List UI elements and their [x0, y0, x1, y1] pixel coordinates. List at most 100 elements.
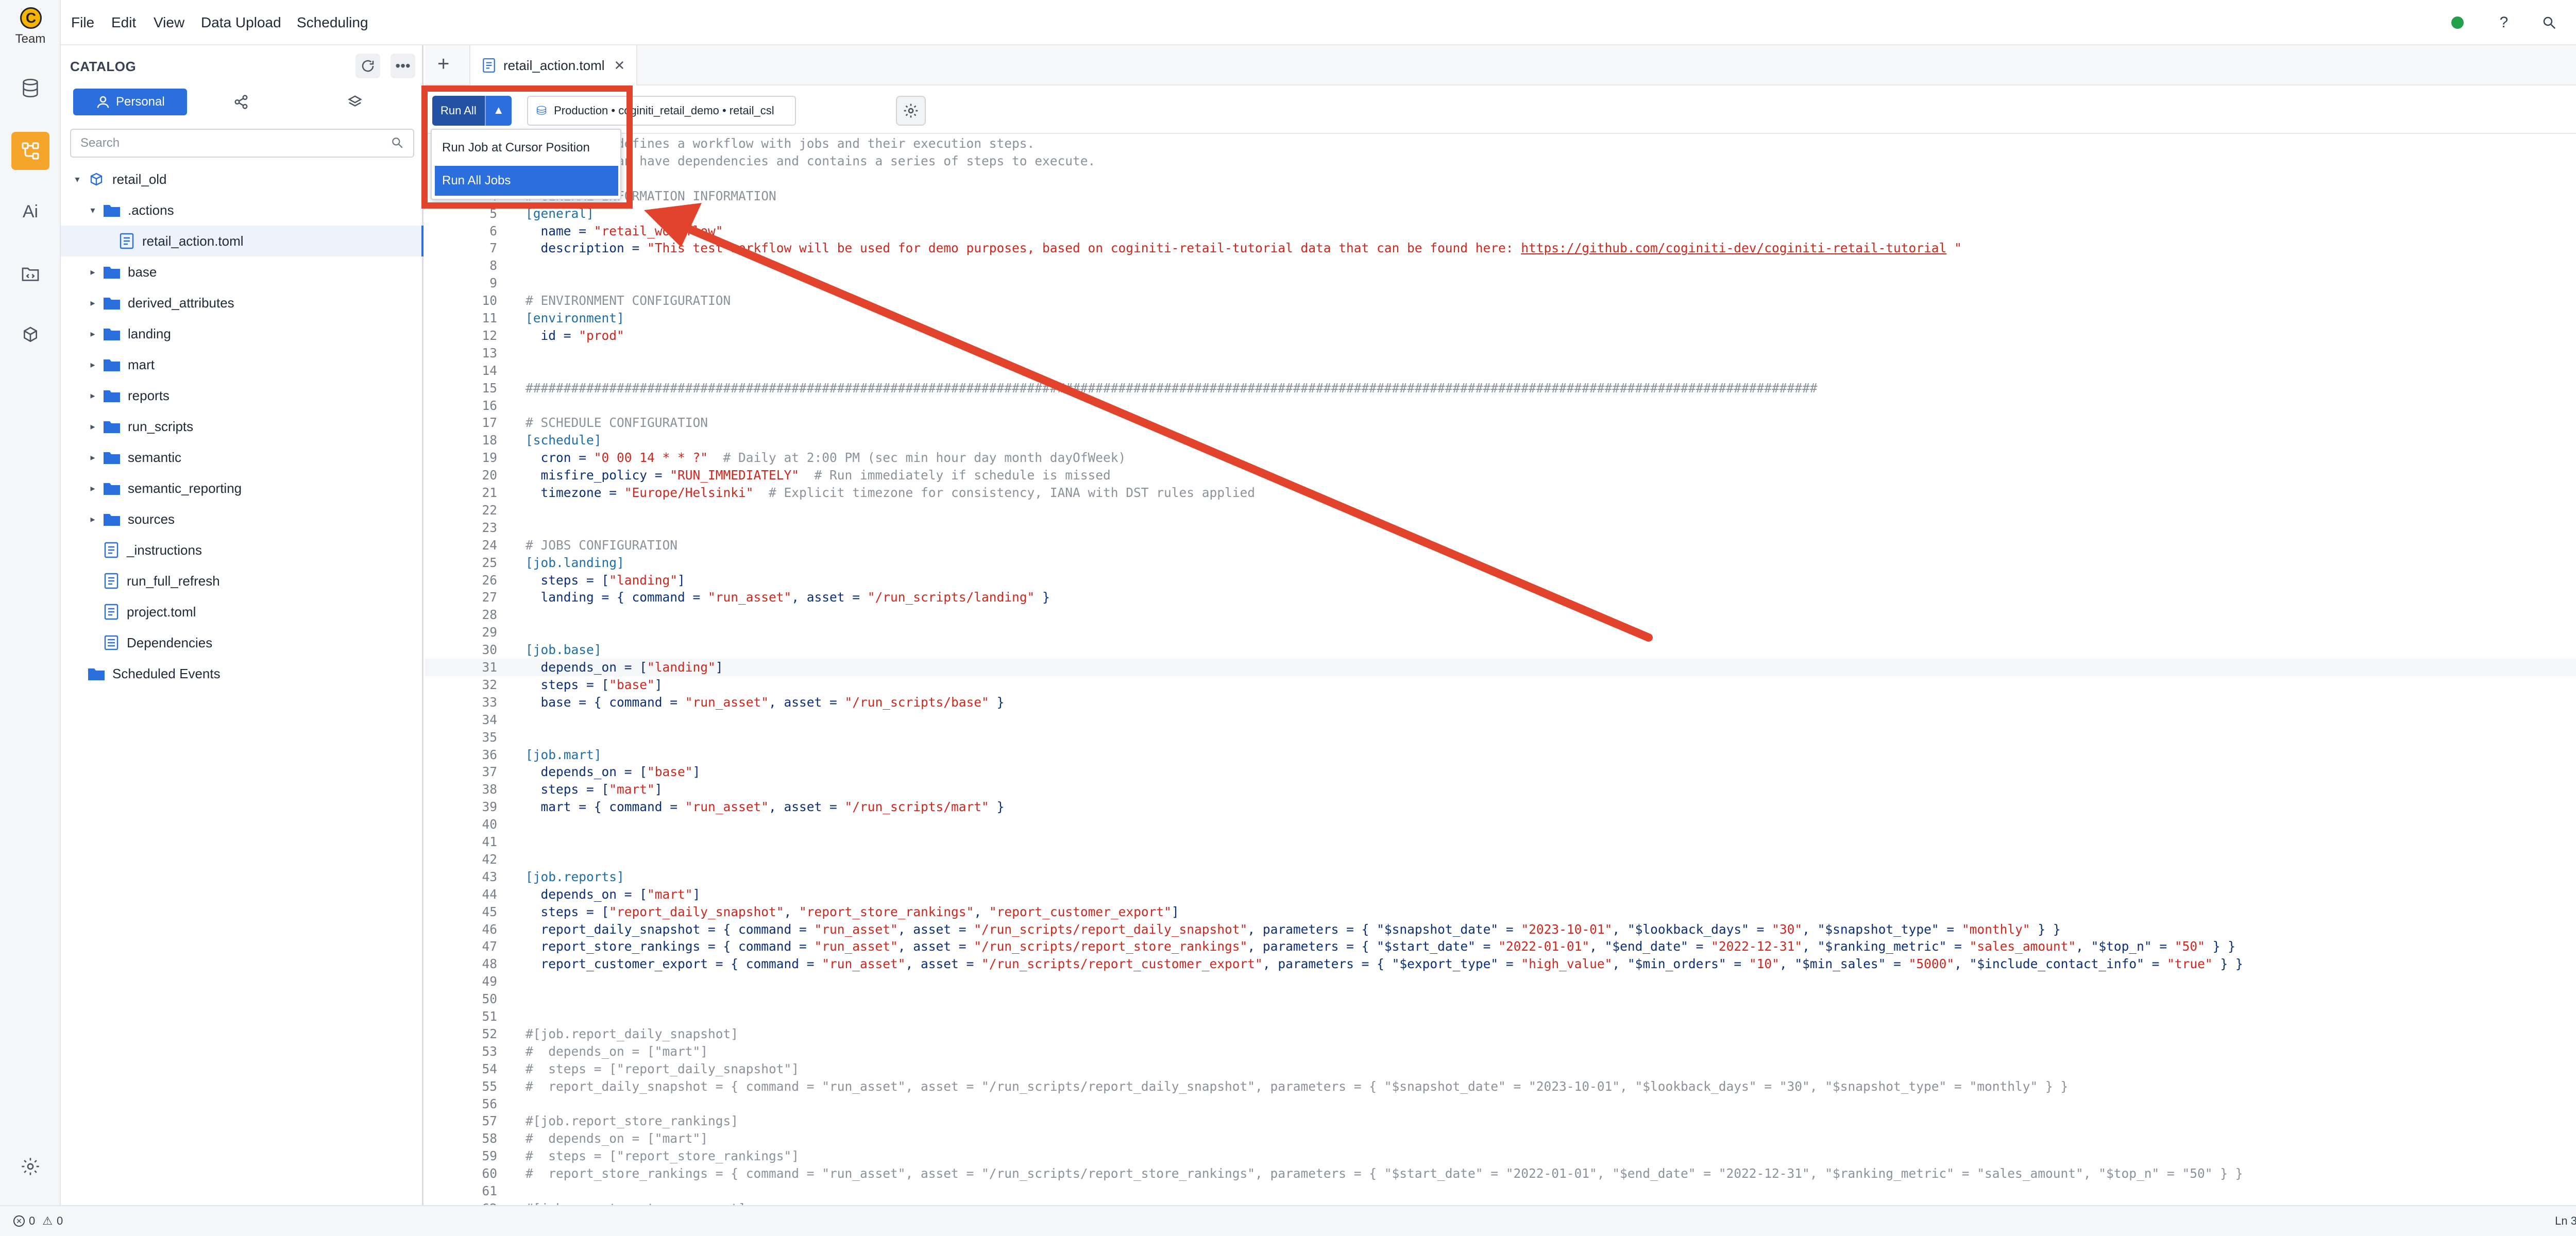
connection-settings-button[interactable] [896, 96, 926, 126]
code-line[interactable]: 51 [425, 1008, 2576, 1025]
chevron-right-icon[interactable]: ▸ [87, 390, 99, 401]
warning-icon[interactable]: ⚠ [42, 1214, 53, 1228]
app-logo[interactable]: C [20, 7, 42, 29]
code-line[interactable]: 19 cron = "0 00 14 * * ?" # Daily at 2:0… [425, 449, 2576, 467]
tree-item[interactable]: retail_action.toml [61, 226, 423, 256]
menu-scheduling[interactable]: Scheduling [297, 14, 368, 31]
tree-item[interactable]: Scheduled Events [61, 658, 423, 689]
refresh-icon[interactable] [355, 54, 380, 78]
code-line[interactable]: 53 # depends_on = ["mart"] [425, 1043, 2576, 1060]
tree-item[interactable]: ▸ landing [61, 318, 423, 349]
tree-item[interactable]: ▾ retail_old [61, 164, 423, 195]
code-line[interactable]: 21 timezone = "Europe/Helsinki" # Explic… [425, 484, 2576, 502]
code-line[interactable]: 57 #[job.report_store_rankings] [425, 1112, 2576, 1130]
tree-item[interactable]: ▸ semantic [61, 442, 423, 473]
code-line[interactable]: 43 [job.reports] [425, 868, 2576, 886]
menu-data-upload[interactable]: Data Upload [201, 14, 281, 31]
code-line[interactable]: 45 steps = ["report_daily_snapshot", "re… [425, 903, 2576, 921]
code-line[interactable]: 56 [425, 1095, 2576, 1113]
code-line[interactable]: 52 #[job.report_daily_snapshot] [425, 1025, 2576, 1043]
code-line[interactable]: 59 # steps = ["report_store_rankings"] [425, 1147, 2576, 1165]
code-line[interactable]: 42 [425, 851, 2576, 868]
workflow-icon[interactable] [11, 132, 49, 170]
code-line[interactable]: 39 mart = { command = "run_asset", asset… [425, 798, 2576, 816]
code-line[interactable]: 3 [425, 170, 2576, 187]
code-line[interactable]: 36 [job.mart] [425, 746, 2576, 764]
chevron-right-icon[interactable]: ▸ [87, 298, 99, 308]
code-line[interactable]: 58 # depends_on = ["mart"] [425, 1130, 2576, 1147]
code-line[interactable]: 11 [environment] [425, 310, 2576, 327]
code-line[interactable]: 10 # ENVIRONMENT CONFIGURATION [425, 292, 2576, 310]
settings-icon[interactable] [18, 1154, 43, 1179]
code-line[interactable]: 55 # report_daily_snapshot = { command = … [425, 1078, 2576, 1095]
code-line[interactable]: 16 [425, 397, 2576, 415]
tree-item[interactable]: _instructions [61, 535, 423, 565]
code-line[interactable]: 38 steps = ["mart"] [425, 781, 2576, 798]
code-line[interactable]: 54 # steps = ["report_daily_snapshot"] [425, 1060, 2576, 1078]
code-line[interactable]: 60 # report_store_rankings = { command = … [425, 1165, 2576, 1182]
code-line[interactable]: 33 base = { command = "run_asset", asset… [425, 694, 2576, 711]
code-line[interactable]: 17 # SCHEDULE CONFIGURATION [425, 414, 2576, 432]
menu-file[interactable]: File [71, 14, 94, 31]
shared-tab[interactable] [187, 89, 301, 115]
database-icon[interactable] [18, 75, 43, 101]
tree-item[interactable]: Dependencies [61, 627, 423, 658]
personal-tab[interactable]: Personal [73, 89, 187, 115]
code-line[interactable]: 28 [425, 606, 2576, 624]
code-line[interactable]: 27 landing = { command = "run_asset", as… [425, 589, 2576, 606]
ai-icon[interactable]: Ai [18, 199, 43, 225]
chevron-right-icon[interactable]: ▸ [87, 329, 99, 339]
tree-item[interactable]: ▸ run_scripts [61, 411, 423, 442]
code-line[interactable]: 61 [425, 1182, 2576, 1200]
code-line[interactable]: 47 report_store_rankings = { command = "… [425, 938, 2576, 955]
code-line[interactable]: 40 [425, 816, 2576, 833]
code-line[interactable]: 29 [425, 624, 2576, 641]
tree-item[interactable]: run_full_refresh [61, 565, 423, 596]
chevron-right-icon[interactable]: ▸ [87, 483, 99, 494]
code-line[interactable]: 6 name = "retail_workflow" [425, 222, 2576, 240]
chevron-right-icon[interactable]: ▸ [87, 267, 99, 278]
chevron-right-icon[interactable]: ▸ [87, 452, 99, 463]
more-options-icon[interactable]: ••• [391, 54, 415, 78]
help-icon[interactable]: ? [2494, 12, 2514, 33]
code-line[interactable]: 31 depends_on = ["landing"] [425, 659, 2576, 676]
code-line[interactable]: 32 steps = ["base"] [425, 676, 2576, 694]
chevron-down-icon[interactable]: ▾ [71, 174, 83, 185]
code-line[interactable]: 34 [425, 711, 2576, 729]
chevron-right-icon[interactable]: ▸ [87, 421, 99, 432]
chevron-right-icon[interactable]: ▸ [87, 359, 99, 370]
tree-item[interactable]: ▸ reports [61, 380, 423, 411]
menu-edit[interactable]: Edit [111, 14, 136, 31]
code-editor[interactable]: 1# This file defines a workflow with job… [425, 135, 2576, 1216]
layers-tab[interactable] [300, 89, 414, 115]
code-line[interactable]: 30 [job.base] [425, 641, 2576, 659]
code-line[interactable]: 37 depends_on = ["base"] [425, 763, 2576, 781]
code-line[interactable]: 48 report_customer_export = { command = … [425, 955, 2576, 973]
tree-item[interactable]: ▸ mart [61, 349, 423, 380]
new-tab-icon[interactable]: + [437, 53, 449, 76]
code-line[interactable]: 44 depends_on = ["mart"] [425, 886, 2576, 903]
code-line[interactable]: 8 [425, 257, 2576, 274]
error-icon[interactable]: ✕ [13, 1215, 25, 1227]
tree-item[interactable]: ▸ derived_attributes [61, 287, 423, 318]
tree-item[interactable]: ▸ base [61, 256, 423, 287]
chevron-right-icon[interactable]: ▸ [87, 514, 99, 525]
menu-view[interactable]: View [154, 14, 184, 31]
code-line[interactable]: 12 id = "prod" [425, 327, 2576, 345]
code-line[interactable]: 41 [425, 833, 2576, 851]
tree-item[interactable]: project.toml [61, 596, 423, 627]
code-line[interactable]: 23 [425, 519, 2576, 537]
code-line[interactable]: 5 [general] [425, 205, 2576, 222]
close-icon[interactable]: ✕ [614, 58, 625, 74]
code-line[interactable]: 2# Each job can have dependencies and co… [425, 152, 2576, 170]
code-line[interactable]: 15 ######################################… [425, 380, 2576, 397]
code-token[interactable]: https://github.com/coginiti-dev/coginiti… [1521, 241, 1946, 255]
code-line[interactable]: 26 steps = ["landing"] [425, 572, 2576, 589]
code-line[interactable]: 50 [425, 990, 2576, 1008]
tree-item[interactable]: ▾ .actions [61, 195, 423, 226]
code-line[interactable]: 14 [425, 362, 2576, 380]
code-line[interactable]: 18 [schedule] [425, 432, 2576, 449]
code-line[interactable]: 46 report_daily_snapshot = { command = "… [425, 921, 2576, 938]
packages-icon[interactable] [18, 322, 43, 348]
code-line[interactable]: 7 description = "This test workflow will… [425, 239, 2576, 257]
